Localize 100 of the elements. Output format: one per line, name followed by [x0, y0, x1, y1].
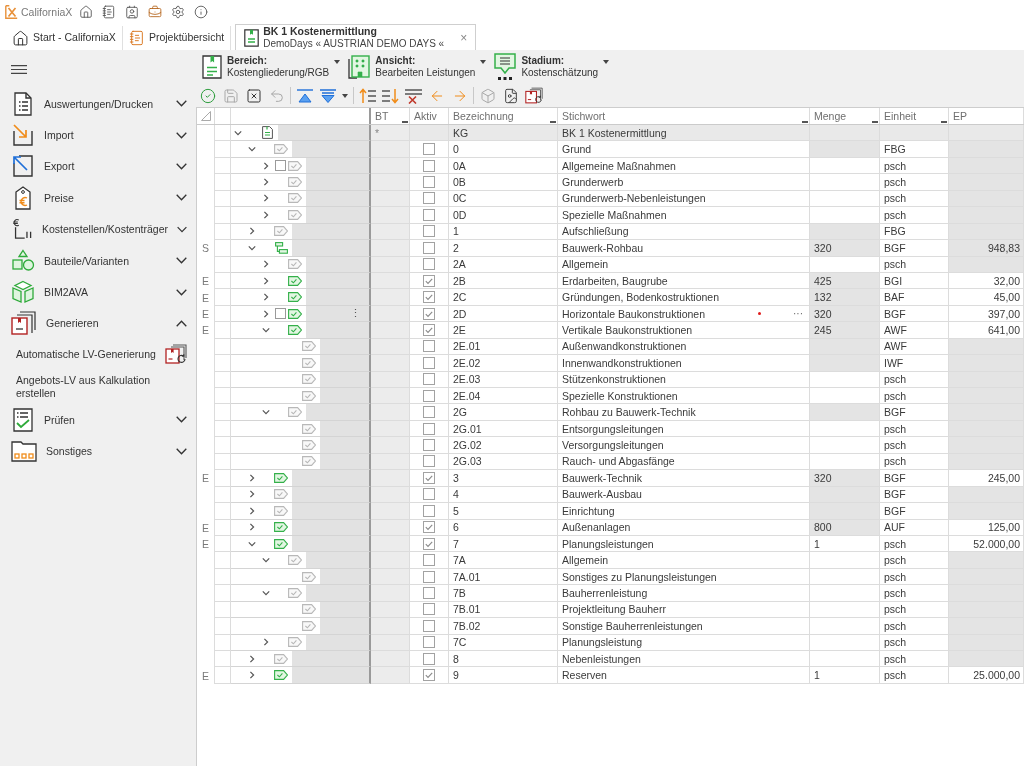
chevron-right-icon[interactable] [248, 473, 256, 482]
checkbox[interactable] [423, 570, 435, 583]
checkbox[interactable] [423, 192, 435, 205]
checkbox[interactable] [423, 636, 435, 649]
close-button[interactable]: × [460, 31, 468, 44]
checkbox[interactable] [423, 652, 435, 665]
check-circle-icon[interactable] [199, 87, 216, 104]
checkbox[interactable] [423, 504, 435, 517]
column-header[interactable]: EP [949, 108, 1024, 124]
chevron-down-icon[interactable] [176, 194, 187, 202]
caret-icon[interactable] [480, 60, 487, 64]
checkbox[interactable] [423, 669, 435, 682]
checkbox[interactable] [423, 143, 435, 156]
sidebar-item[interactable]: Import [0, 119, 196, 151]
chevron-down-icon[interactable] [248, 243, 256, 252]
chevron-right-icon[interactable] [248, 506, 256, 515]
chevron-right-icon[interactable] [262, 178, 270, 187]
sidebar-item[interactable]: BIM2AVA [0, 276, 196, 308]
chevron-down-icon[interactable] [176, 162, 187, 170]
sidebar-item[interactable]: Bauteile/Varianten [0, 244, 196, 277]
chevron-right-icon[interactable] [262, 260, 270, 269]
checkbox[interactable] [423, 422, 435, 435]
chevron-down-icon[interactable] [176, 131, 187, 139]
close-box-icon[interactable] [245, 87, 262, 104]
ellipsis-button[interactable]: ··· [793, 308, 805, 320]
select-checkbox[interactable] [274, 160, 286, 172]
chevron-down-icon[interactable] [248, 145, 256, 154]
chevron-right-icon[interactable] [248, 490, 256, 499]
column-header[interactable]: Aktiv [410, 108, 449, 124]
dropdown-button[interactable]: Bereich: Kostengliederung/RGB [202, 52, 341, 82]
chevron-right-icon[interactable] [248, 227, 256, 236]
chevron-right-icon[interactable] [262, 161, 270, 170]
chevron-down-icon[interactable] [262, 325, 270, 334]
list-arrow-up-icon[interactable] [359, 87, 376, 104]
chevron-right-icon[interactable] [248, 671, 256, 680]
document-refresh-icon[interactable] [524, 87, 543, 104]
corner-triangle-icon[interactable] [201, 111, 211, 121]
chevron-down-icon[interactable] [176, 416, 187, 424]
checkbox[interactable] [423, 274, 435, 287]
checkbox[interactable] [423, 439, 435, 452]
select-checkbox[interactable] [274, 308, 286, 320]
chevron-down-icon[interactable] [176, 447, 187, 455]
settings-icon[interactable] [171, 5, 186, 19]
chevron-right-icon[interactable] [262, 210, 270, 219]
menu-icon[interactable] [11, 64, 27, 74]
checkbox[interactable] [423, 488, 435, 501]
arrow-down-bar-icon[interactable] [319, 88, 336, 103]
notebook-icon[interactable] [102, 5, 117, 19]
caret-icon[interactable] [603, 60, 610, 64]
sidebar-item[interactable]: Prüfen [0, 404, 196, 436]
checkbox[interactable] [423, 471, 435, 484]
checkbox[interactable] [423, 389, 435, 402]
checkbox[interactable] [423, 521, 435, 534]
save-icon[interactable] [222, 87, 239, 104]
chevron-right-icon[interactable] [248, 523, 256, 532]
checkbox[interactable] [423, 241, 435, 254]
image-document-icon[interactable] [502, 87, 519, 104]
delete-lines-icon[interactable] [405, 87, 422, 104]
checkbox[interactable] [423, 159, 435, 172]
sidebar-item[interactable]: Generieren [0, 307, 196, 340]
chevron-right-icon[interactable] [262, 638, 270, 647]
checkbox[interactable] [423, 455, 435, 468]
arrow-up-bar-icon[interactable] [296, 88, 313, 103]
chevron-down-icon[interactable] [262, 556, 270, 565]
caret-icon[interactable] [342, 93, 348, 98]
checkbox[interactable] [423, 258, 435, 271]
dropdown-button[interactable]: Ansicht: Bearbeiten Leistungen [348, 52, 487, 82]
chevron-down-icon[interactable] [248, 539, 256, 548]
caret-icon[interactable] [334, 60, 341, 64]
chevron-down-icon[interactable] [176, 288, 187, 296]
chevron-down-icon[interactable] [176, 100, 187, 108]
contact-card-icon[interactable] [125, 5, 140, 19]
list-arrow-down-icon[interactable] [382, 87, 399, 104]
checkbox[interactable] [423, 176, 435, 189]
column-header[interactable]: BT [371, 108, 410, 124]
chevron-right-icon[interactable] [262, 194, 270, 203]
chevron-down-icon[interactable] [262, 408, 270, 417]
chevron-down-icon[interactable] [176, 225, 187, 233]
checkbox[interactable] [423, 554, 435, 567]
sidebar-item[interactable]: Export [0, 150, 196, 183]
checkbox[interactable] [423, 406, 435, 419]
tab[interactable]: BK 1 Kostenermittlung DemoDays « AUSTRIAN DEMO DAYS « × [235, 24, 477, 50]
column-header[interactable]: Einheit [880, 108, 949, 124]
chevron-down-icon[interactable] [262, 588, 270, 597]
chevron-up-icon[interactable] [176, 319, 187, 327]
column-header[interactable]: Menge [810, 108, 880, 124]
row-menu-button[interactable]: ⋮ [346, 305, 369, 322]
sidebar-subitem[interactable]: Automatische LV-Generierung [0, 339, 196, 370]
column-header[interactable]: Stichwort [558, 108, 810, 124]
chevron-right-icon[interactable] [262, 276, 270, 285]
home-icon[interactable] [79, 5, 94, 19]
briefcase-icon[interactable] [148, 5, 163, 19]
checkbox[interactable] [423, 356, 435, 369]
info-icon[interactable] [194, 5, 209, 19]
checkbox[interactable] [423, 619, 435, 632]
checkbox[interactable] [423, 537, 435, 550]
sidebar-item[interactable]: Auswertungen/Drucken [0, 88, 196, 120]
cube-icon[interactable] [479, 87, 496, 104]
chevron-right-icon[interactable] [262, 309, 270, 318]
sidebar-item[interactable]: Preise [0, 182, 196, 214]
